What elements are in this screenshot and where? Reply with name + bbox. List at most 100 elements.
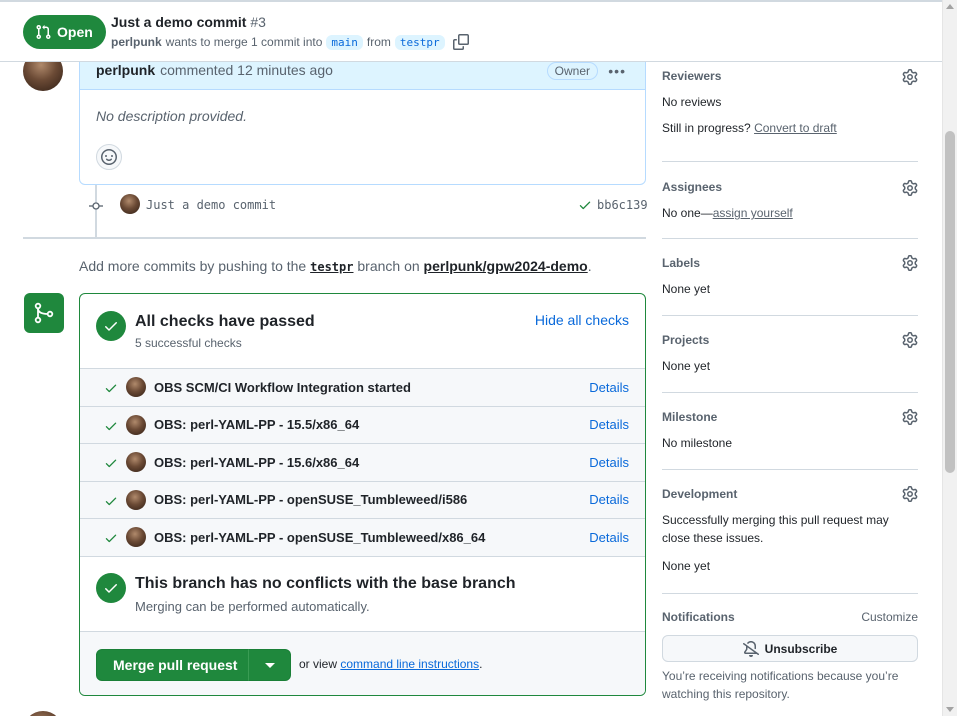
pr-title-text: Just a demo commit bbox=[111, 14, 247, 30]
avatar[interactable] bbox=[23, 711, 63, 716]
development-value: None yet bbox=[662, 559, 711, 573]
notifications-description: You’re receiving notifications because y… bbox=[662, 669, 899, 701]
gear-icon[interactable] bbox=[902, 486, 918, 502]
pr-meta: perlpunk wants to merge 1 commit into ma… bbox=[111, 34, 469, 50]
check-details-link[interactable]: Details bbox=[589, 530, 629, 545]
merge-actions: Merge pull request or view command line … bbox=[80, 631, 645, 695]
check-icon bbox=[105, 497, 117, 505]
sidebar-development: Development Successfully merging this pu… bbox=[662, 470, 918, 594]
sidebar-heading-notifications: Notifications bbox=[662, 610, 735, 624]
cli-suffix: . bbox=[479, 657, 483, 671]
sidebar-milestone: Milestone No milestone bbox=[662, 393, 918, 470]
no-conflict-status bbox=[96, 573, 126, 603]
sidebar-projects: Projects None yet bbox=[662, 316, 918, 393]
comment-body: No description provided. bbox=[96, 108, 247, 124]
sidebar-labels: Labels None yet bbox=[662, 239, 918, 316]
check-icon[interactable] bbox=[578, 198, 592, 212]
milestone-value: No milestone bbox=[662, 436, 733, 450]
check-details-link[interactable]: Details bbox=[589, 492, 629, 507]
pr-from-text: from bbox=[366, 35, 391, 49]
sticky-pr-header: Open Just a demo commit #3 perlpunk wants… bbox=[0, 0, 942, 62]
sidebar-heading-reviewers[interactable]: Reviewers bbox=[662, 69, 721, 83]
check-list: OBS SCM/CI Workflow Integration started … bbox=[80, 368, 645, 556]
push-hint-middle: branch on bbox=[357, 258, 420, 274]
sidebar-heading-projects[interactable]: Projects bbox=[662, 333, 709, 347]
kebab-menu-icon[interactable]: ••• bbox=[608, 63, 626, 79]
assign-yourself-link[interactable]: assign yourself bbox=[713, 206, 793, 220]
commit-avatar[interactable] bbox=[120, 194, 140, 214]
check-row: OBS: perl-YAML-PP - 15.5/x86_64 Details bbox=[80, 405, 645, 443]
sidebar-heading-development[interactable]: Development bbox=[662, 487, 737, 501]
check-name: OBS: perl-YAML-PP - 15.5/x86_64 bbox=[154, 417, 360, 433]
gear-icon[interactable] bbox=[902, 180, 918, 196]
sidebar-heading-labels[interactable]: Labels bbox=[662, 256, 700, 270]
gear-icon[interactable] bbox=[902, 69, 918, 85]
cli-text: or view command line instructions. bbox=[299, 657, 482, 671]
sidebar-heading-milestone[interactable]: Milestone bbox=[662, 410, 717, 424]
check-name: OBS: perl-YAML-PP - openSUSE_Tumbleweed/… bbox=[154, 492, 468, 508]
comment-time[interactable]: commented 12 minutes ago bbox=[160, 62, 333, 78]
merge-method-dropdown[interactable] bbox=[248, 649, 291, 681]
sidebar-heading-assignees[interactable]: Assignees bbox=[662, 180, 722, 194]
add-reaction-button[interactable] bbox=[96, 144, 122, 170]
convert-to-draft-link[interactable]: Convert to draft bbox=[754, 121, 837, 135]
push-hint: Add more commits by pushing to the testp… bbox=[79, 258, 592, 274]
push-hint-suffix: . bbox=[587, 258, 592, 274]
copy-icon[interactable] bbox=[452, 34, 469, 50]
customize-notifications-link[interactable]: Customize bbox=[861, 610, 918, 624]
command-line-instructions-link[interactable]: command line instructions bbox=[340, 657, 479, 671]
gear-icon[interactable] bbox=[902, 255, 918, 271]
merge-status-icon-box bbox=[24, 293, 64, 333]
sidebar-assignees: Assignees No one—assign yourself bbox=[662, 162, 918, 239]
timeline-divider bbox=[23, 237, 646, 239]
pr-meta-text: wants to merge 1 commit into bbox=[165, 35, 323, 49]
git-merge-icon bbox=[34, 302, 54, 324]
pr-state-label: Open bbox=[57, 24, 93, 40]
cli-prefix: or view bbox=[299, 657, 338, 671]
check-app-avatar bbox=[126, 527, 146, 547]
checks-passed-status bbox=[96, 311, 126, 341]
draft-prompt-text: Still in progress? bbox=[662, 121, 751, 135]
push-hint-repo-link[interactable]: perlpunk/gpw2024-demo bbox=[424, 258, 588, 274]
check-row: OBS: perl-YAML-PP - openSUSE_Tumbleweed/… bbox=[80, 518, 645, 556]
projects-value: None yet bbox=[662, 359, 711, 373]
commit-sha[interactable]: bb6c139 bbox=[597, 198, 648, 212]
check-name: OBS: perl-YAML-PP - 15.6/x86_64 bbox=[154, 454, 360, 470]
head-branch-tag[interactable]: testpr bbox=[394, 34, 445, 50]
check-details-link[interactable]: Details bbox=[589, 380, 629, 395]
check-row: OBS SCM/CI Workflow Integration started … bbox=[80, 368, 645, 406]
development-description: Successfully merging this pull request m… bbox=[662, 513, 889, 545]
check-icon bbox=[105, 459, 117, 468]
base-branch-tag[interactable]: main bbox=[326, 34, 363, 50]
check-app-avatar bbox=[126, 452, 146, 472]
hide-all-checks-button[interactable]: Hide all checks bbox=[535, 312, 629, 328]
checks-subtitle: 5 successful checks bbox=[135, 336, 242, 350]
checks-title: All checks have passed bbox=[135, 313, 315, 330]
unsubscribe-button[interactable]: Unsubscribe bbox=[662, 635, 918, 662]
comment-author[interactable]: perlpunk bbox=[96, 62, 155, 78]
scrollbar-thumb[interactable] bbox=[945, 131, 955, 473]
check-row: OBS: perl-YAML-PP - 15.6/x86_64 Details bbox=[80, 443, 645, 481]
gear-icon[interactable] bbox=[902, 332, 918, 348]
commit-message[interactable]: Just a demo commit bbox=[146, 198, 276, 212]
merge-pull-request-button[interactable]: Merge pull request bbox=[96, 649, 255, 681]
scroll-up-icon[interactable] bbox=[946, 4, 954, 9]
sidebar-reviewers: Reviewers No reviews Still in progress? … bbox=[662, 62, 918, 162]
scroll-down-icon[interactable] bbox=[946, 707, 954, 712]
push-hint-branch[interactable]: testpr bbox=[310, 260, 353, 274]
owner-badge: Owner bbox=[546, 62, 598, 80]
check-name: OBS: perl-YAML-PP - openSUSE_Tumbleweed/… bbox=[154, 529, 486, 545]
check-details-link[interactable]: Details bbox=[589, 455, 629, 470]
check-name: OBS SCM/CI Workflow Integration started bbox=[154, 379, 411, 395]
bell-slash-icon bbox=[742, 640, 759, 657]
check-app-avatar bbox=[126, 489, 146, 510]
pr-number: #3 bbox=[250, 14, 266, 30]
smiley-icon bbox=[101, 149, 117, 165]
vertical-scrollbar[interactable] bbox=[942, 0, 957, 716]
pr-author-link[interactable]: perlpunk bbox=[111, 35, 162, 49]
caret-down-icon bbox=[264, 662, 275, 668]
check-details-link[interactable]: Details bbox=[589, 417, 629, 432]
check-app-avatar bbox=[126, 377, 146, 397]
gear-icon[interactable] bbox=[902, 409, 918, 425]
reviewers-value: No reviews bbox=[662, 95, 722, 109]
